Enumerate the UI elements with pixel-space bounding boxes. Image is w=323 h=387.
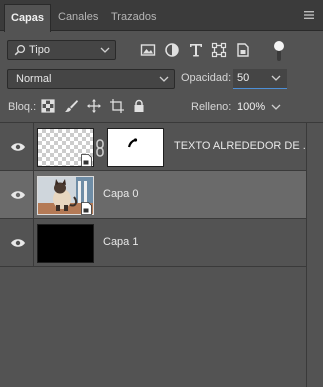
chevron-down-icon — [100, 47, 110, 53]
smart-object-filter-icon[interactable] — [235, 42, 251, 58]
lock-position-icon[interactable] — [87, 99, 101, 113]
opacity-label: Opacidad: — [181, 72, 232, 84]
fill-label: Relleno: — [191, 101, 232, 113]
eye-icon[interactable] — [10, 141, 26, 153]
chevron-down-icon[interactable] — [271, 103, 281, 111]
layer-name[interactable]: TEXTO ALREDEDOR DE ... — [174, 140, 312, 152]
search-icon — [14, 44, 26, 56]
adjustment-filter-icon[interactable] — [164, 42, 180, 58]
mask-shape-icon — [127, 138, 138, 148]
smart-object-badge-icon — [81, 154, 92, 167]
fill-input[interactable]: 100% — [233, 97, 287, 117]
type-filter-icon[interactable] — [188, 42, 204, 58]
visibility-cell[interactable] — [0, 123, 34, 171]
panel-tab-bar: Capas Canales Trazados — [0, 0, 323, 32]
blend-mode-select[interactable]: Normal — [7, 69, 175, 89]
tab-capas[interactable]: Capas — [4, 4, 52, 32]
layers-scrollbar[interactable] — [306, 123, 323, 387]
lock-image-pixels-icon[interactable] — [64, 99, 78, 113]
eye-icon[interactable] — [10, 189, 26, 201]
filter-toggle-switch[interactable] — [272, 39, 286, 63]
visibility-cell[interactable] — [0, 171, 34, 219]
image-filter-icon[interactable] — [140, 42, 156, 58]
layer-thumbnail[interactable] — [37, 224, 94, 263]
smart-object-badge-icon — [81, 202, 92, 215]
chevron-down-icon — [159, 76, 169, 82]
tab-trazados[interactable]: Trazados — [105, 4, 162, 31]
layer-mask-thumbnail[interactable] — [107, 128, 164, 167]
layer-name[interactable]: Capa 0 — [103, 188, 138, 200]
layer-filter-kind-select[interactable]: Tipo — [7, 40, 116, 60]
lock-all-icon[interactable] — [132, 99, 146, 113]
layer-row[interactable]: TEXTO ALREDEDOR DE ... — [0, 123, 312, 171]
panel-menu-icon[interactable] — [303, 9, 315, 21]
lock-transparent-pixels-icon[interactable] — [41, 99, 55, 113]
layer-row[interactable]: Capa 0 — [0, 171, 306, 219]
shape-filter-icon[interactable] — [211, 42, 227, 58]
lock-label: Bloq.: — [8, 101, 37, 113]
filter-kind-label: Tipo — [29, 44, 50, 56]
eye-icon[interactable] — [10, 237, 26, 249]
lock-artboard-icon[interactable] — [110, 99, 124, 113]
fill-value: 100% — [237, 101, 266, 113]
opacity-input[interactable]: 50 — [233, 69, 287, 89]
blend-mode-value: Normal — [16, 73, 52, 85]
layer-name[interactable]: Capa 1 — [103, 236, 138, 248]
mask-link-icon[interactable] — [95, 139, 105, 157]
layer-row[interactable]: Capa 1 — [0, 219, 306, 267]
layers-panel: Capas Canales Trazados Tipo Normal Opaci… — [0, 0, 323, 387]
tab-canales[interactable]: Canales — [52, 4, 104, 31]
chevron-down-icon[interactable] — [271, 74, 281, 82]
opacity-value: 50 — [237, 72, 250, 84]
visibility-cell[interactable] — [0, 219, 34, 267]
